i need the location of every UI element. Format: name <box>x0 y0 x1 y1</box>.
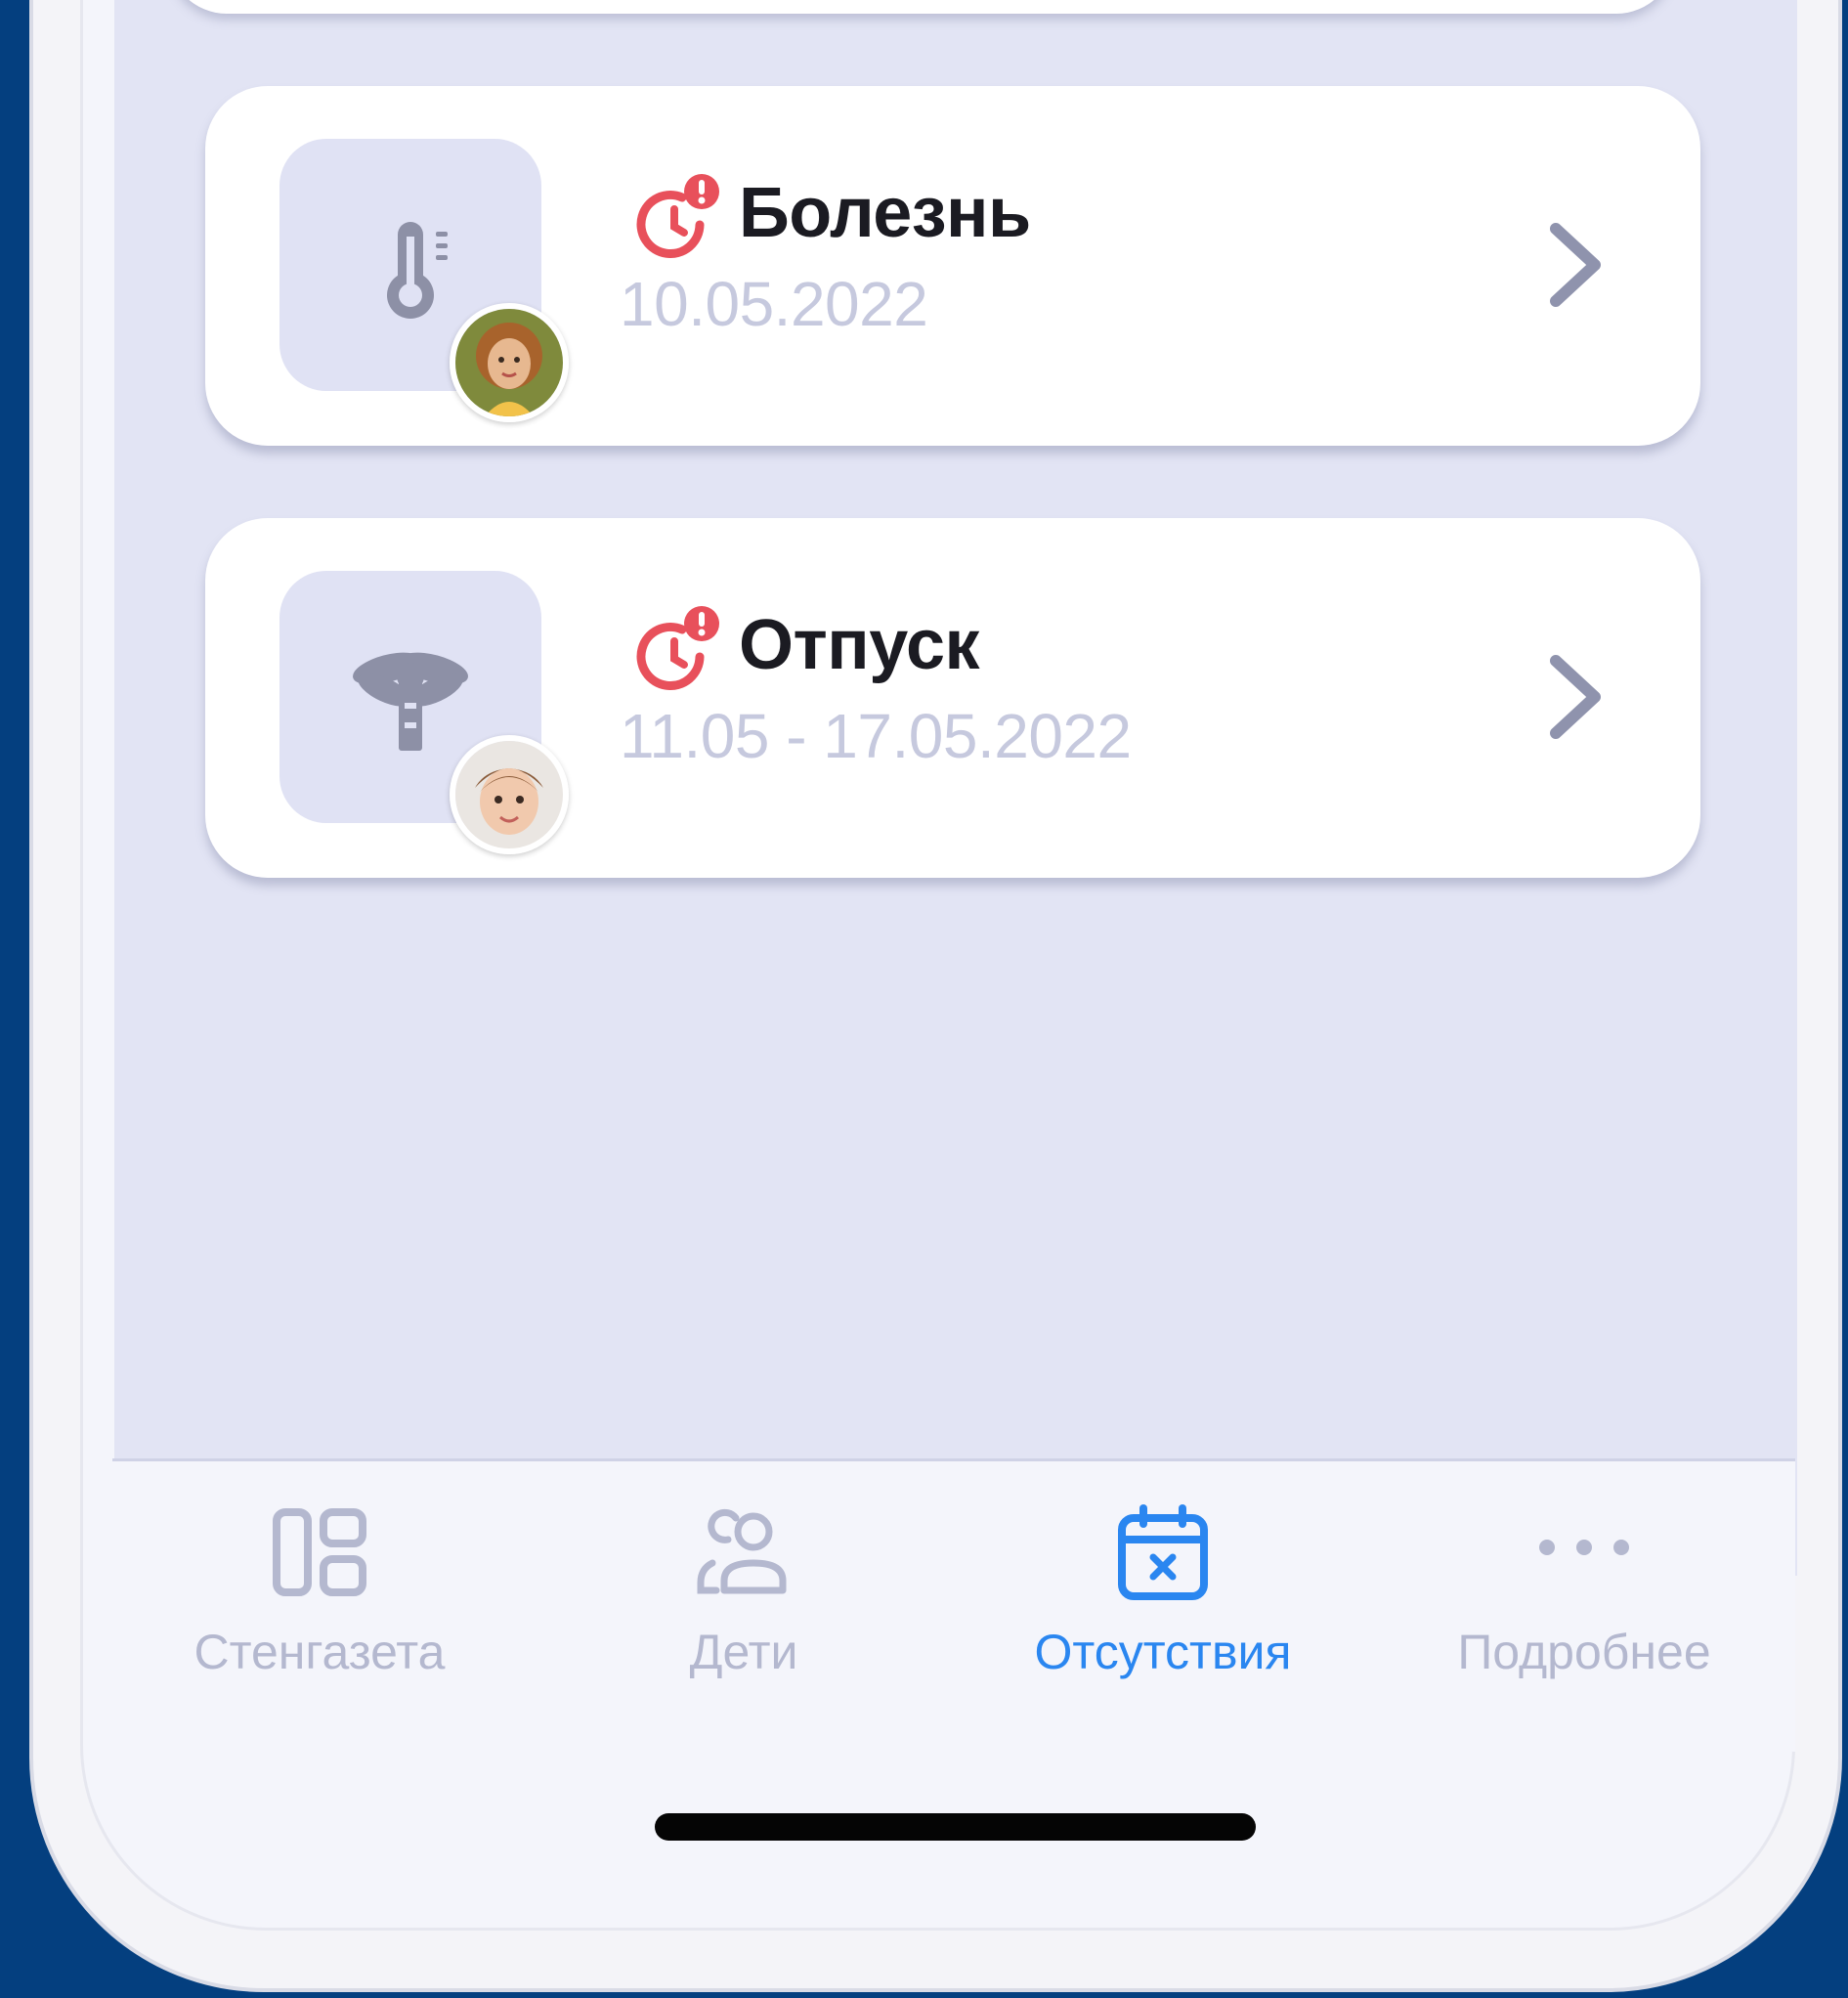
tab-absences[interactable]: Отсутствия <box>967 1461 1358 1679</box>
calendar-x-icon <box>1118 1504 1208 1600</box>
card-title-row: Отпуск <box>631 600 980 690</box>
dashboard-icon <box>273 1508 366 1596</box>
tab-label: Стенгазета <box>193 1625 446 1679</box>
tab-more[interactable]: Подробнее <box>1389 1461 1780 1679</box>
absence-title: Отпуск <box>739 606 980 684</box>
chevron-right-icon[interactable] <box>1534 643 1622 751</box>
more-dots-icon <box>1539 1540 1629 1555</box>
absence-card-sick[interactable]: Болезнь 10.05.2022 <box>205 86 1700 446</box>
children-icon <box>697 1508 787 1594</box>
tab-label: Дети <box>689 1625 798 1679</box>
absence-date: 11.05 - 17.05.2022 <box>620 701 1132 771</box>
child-avatar <box>450 303 569 422</box>
chevron-right-icon[interactable] <box>1534 211 1622 319</box>
tab-wallpaper[interactable]: Стенгазета <box>124 1461 515 1679</box>
tab-label: Отсутствия <box>1034 1625 1292 1679</box>
absence-date: 10.05.2022 <box>620 269 928 339</box>
card-title-row: Болезнь <box>631 168 1031 258</box>
absence-card-vacation[interactable]: Отпуск 11.05 - 17.05.2022 <box>205 518 1700 878</box>
tab-label: Подробнее <box>1457 1625 1711 1679</box>
home-indicator[interactable] <box>655 1813 1256 1841</box>
absence-title: Болезнь <box>739 174 1031 252</box>
list-item-partial[interactable] <box>168 0 1675 14</box>
bottom-tab-bar: Стенгазета Дети Отсутствия Подробнее <box>112 1458 1795 1752</box>
clock-alert-icon <box>636 606 719 690</box>
child-avatar <box>450 735 569 854</box>
tab-children[interactable]: Дети <box>548 1461 939 1679</box>
clock-alert-icon <box>636 174 719 258</box>
